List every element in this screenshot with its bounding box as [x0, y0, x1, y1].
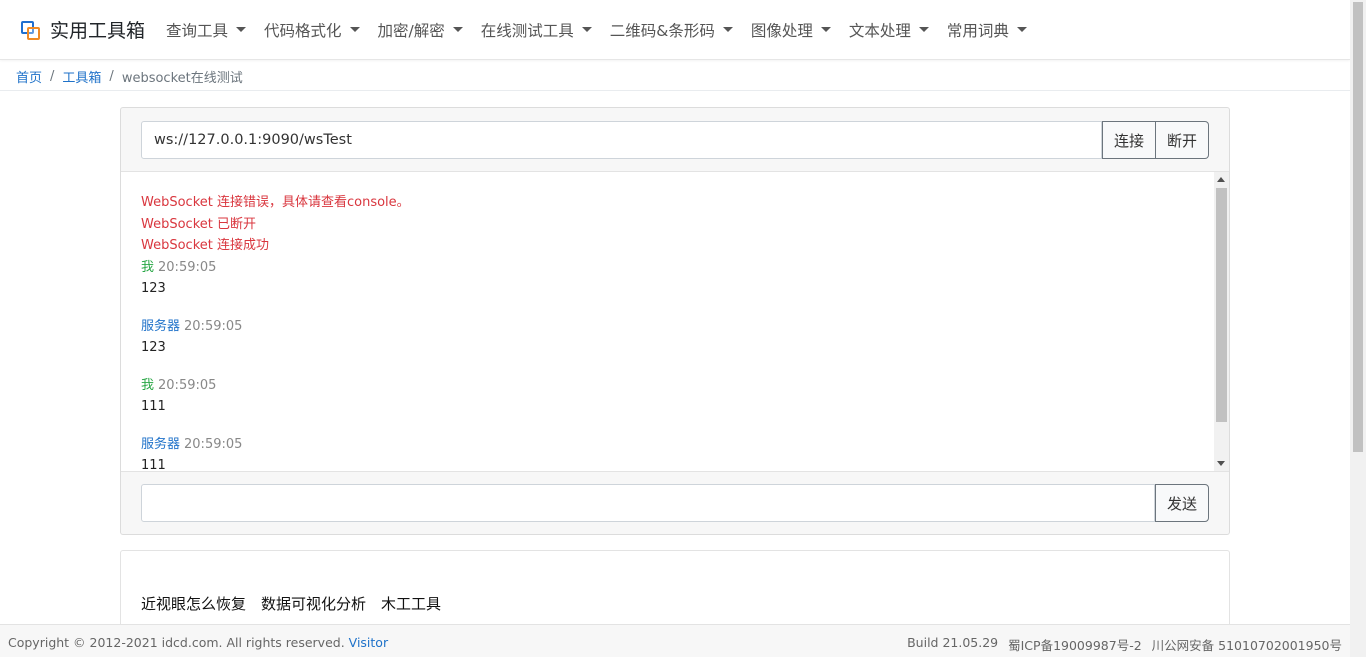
nav-item-label: 查询工具 [166, 21, 229, 40]
chevron-down-icon [918, 27, 929, 32]
nav-item-code-format[interactable]: 代码格式化 [255, 0, 369, 60]
chevron-down-icon [820, 27, 831, 32]
websocket-url-input[interactable]: ws://127.0.0.1:9090/wsTest [141, 121, 1102, 159]
footer-copyright: Copyright © 2012-2021 idcd.com. All righ… [8, 635, 388, 650]
connect-button[interactable]: 连接 [1101, 121, 1156, 159]
status-message: WebSocket 连接成功 [141, 238, 269, 253]
message-item: 我 20:59:05 111 [141, 375, 1209, 418]
nav-item-dictionary[interactable]: 常用词典 [938, 0, 1036, 60]
brand[interactable]: 实用工具箱 [20, 16, 145, 43]
scroll-down-arrow-icon[interactable] [1217, 461, 1225, 466]
message-log-scrollbar[interactable] [1214, 172, 1229, 471]
message-content: 111 [141, 399, 166, 414]
nav-item-qrcode[interactable]: 二维码&条形码 [601, 0, 742, 60]
message-sender: 服务器 [141, 318, 181, 334]
chevron-down-icon [349, 27, 360, 32]
build-version: Build 21.05.29 [907, 635, 999, 650]
related-link[interactable]: 木工工具 [381, 593, 441, 614]
message-time: 20:59:05 [184, 318, 243, 334]
status-message: WebSocket 连接错误，具体请查看console。 [141, 195, 410, 210]
nav-item-online-test[interactable]: 在线测试工具 [472, 0, 601, 60]
breadcrumb-home[interactable]: 首页 [16, 67, 42, 86]
scroll-up-arrow-icon[interactable] [1217, 177, 1225, 182]
nav-item-label: 文本处理 [848, 21, 911, 40]
breadcrumb-separator: / [109, 69, 114, 84]
websocket-test-panel: ws://127.0.0.1:9090/wsTest 连接 断开 WebSock… [120, 107, 1230, 535]
message-log-scrollbar-thumb[interactable] [1216, 188, 1227, 422]
chevron-down-icon [1016, 27, 1027, 32]
nav-item-query-tools[interactable]: 查询工具 [157, 0, 255, 60]
send-row: 发送 [141, 484, 1209, 522]
top-navbar: 实用工具箱 查询工具 代码格式化 加密/解密 在线测试工具 二维码&条形码 图像… [0, 0, 1350, 60]
brand-title: 实用工具箱 [50, 20, 146, 42]
chevron-down-icon [722, 27, 733, 32]
nav-item-label: 在线测试工具 [480, 21, 574, 40]
send-button[interactable]: 发送 [1154, 484, 1209, 522]
status-message: WebSocket 已断开 [141, 216, 256, 232]
police-record-link[interactable]: 川公网安备 51010702001950号 [1152, 635, 1342, 654]
breadcrumb-divider [0, 90, 1350, 91]
footer: Copyright © 2012-2021 idcd.com. All righ… [0, 624, 1350, 657]
message-content: 123 [141, 340, 166, 355]
nav-item-label: 常用词典 [946, 21, 1009, 40]
message-input[interactable] [141, 484, 1155, 522]
footer-info: Build 21.05.29 蜀ICP备19009987号-2 川公网安备 51… [897, 635, 1342, 654]
page-scrollbar-thumb[interactable] [1353, 2, 1363, 452]
message-list: WebSocket 连接错误，具体请查看console。 WebSocket 已… [121, 172, 1229, 472]
nav-item-label: 加密/解密 [377, 21, 445, 40]
nav-menu: 查询工具 代码格式化 加密/解密 在线测试工具 二维码&条形码 图像处理 文本处… [157, 0, 1036, 60]
disconnect-button[interactable]: 断开 [1155, 121, 1209, 159]
message-content: 111 [141, 458, 166, 472]
chevron-down-icon [236, 27, 247, 32]
copyright-text: Copyright © 2012-2021 idcd.com. All righ… [8, 635, 345, 650]
breadcrumb-separator: / [50, 69, 55, 84]
message-sender: 我 [141, 377, 155, 393]
message-time: 20:59:05 [184, 436, 243, 452]
icp-link[interactable]: 蜀ICP备19009987号-2 [1008, 635, 1142, 654]
related-links: 近视眼怎么恢复 数据可视化分析 木工工具 [141, 593, 456, 614]
nav-item-encrypt[interactable]: 加密/解密 [369, 0, 472, 60]
message-time: 20:59:05 [158, 377, 217, 393]
message-item: 服务器 20:59:05 123 [141, 316, 1209, 359]
message-sender: 我 [141, 259, 155, 275]
message-sender: 服务器 [141, 436, 181, 452]
related-link[interactable]: 近视眼怎么恢复 [141, 593, 246, 614]
message-log[interactable]: WebSocket 连接错误，具体请查看console。 WebSocket 已… [121, 171, 1229, 472]
message-content: 123 [141, 281, 166, 296]
chevron-down-icon [581, 27, 592, 32]
message-time: 20:59:05 [158, 259, 217, 275]
nav-item-text[interactable]: 文本处理 [840, 0, 938, 60]
breadcrumb-current: websocket在线测试 [121, 71, 243, 86]
message-item: 我 20:59:05 123 [141, 257, 1209, 300]
nav-item-label: 代码格式化 [264, 21, 342, 40]
toolbox-logo-icon [20, 19, 42, 41]
breadcrumb: 首页 / 工具箱 / websocket在线测试 [16, 67, 243, 86]
related-link[interactable]: 数据可视化分析 [261, 593, 366, 614]
nav-item-image[interactable]: 图像处理 [742, 0, 840, 60]
breadcrumb-toolbox[interactable]: 工具箱 [62, 67, 101, 86]
visitor-link[interactable]: Visitor [349, 635, 388, 650]
message-item: 服务器 20:59:05 111 [141, 434, 1209, 472]
nav-item-label: 二维码&条形码 [609, 21, 715, 40]
page-scrollbar[interactable] [1350, 0, 1366, 657]
url-row: ws://127.0.0.1:9090/wsTest 连接 断开 [141, 121, 1209, 159]
chevron-down-icon [452, 27, 463, 32]
nav-item-label: 图像处理 [750, 21, 813, 40]
